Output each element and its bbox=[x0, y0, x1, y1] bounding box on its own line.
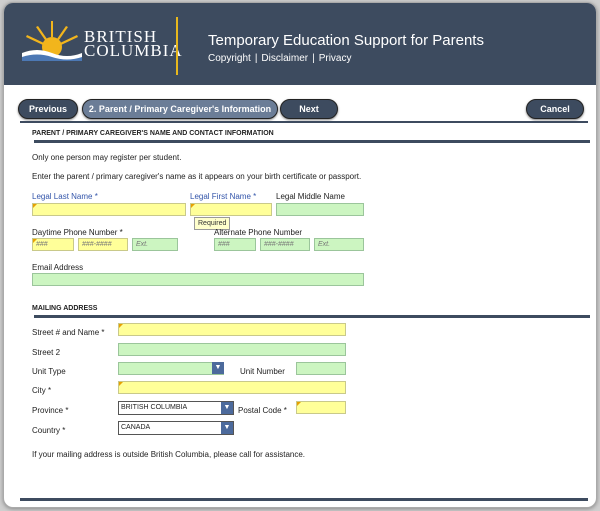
one-person-note: Only one person may register per student… bbox=[32, 153, 182, 162]
header-links: Copyright | Disclaimer | Privacy bbox=[208, 53, 352, 64]
brand-line-2: COLUMBIA bbox=[84, 41, 183, 60]
postal-code-label: Postal Code * bbox=[238, 406, 287, 415]
chevron-down-icon: ▼ bbox=[212, 362, 224, 374]
name-instructions: Enter the parent / primary caregiver's n… bbox=[32, 172, 362, 181]
next-button[interactable]: Next bbox=[280, 99, 338, 119]
alternate-phone-label: Alternate Phone Number bbox=[214, 228, 303, 237]
unit-type-dropdown[interactable]: ▼ bbox=[210, 362, 224, 375]
unit-number-field[interactable] bbox=[296, 362, 346, 375]
city-label: City * bbox=[32, 386, 52, 395]
bc-sun-logo-icon bbox=[22, 21, 82, 61]
daytime-number-field[interactable]: ###-#### bbox=[78, 238, 128, 251]
link-separator: | bbox=[254, 53, 258, 64]
alternate-number-field[interactable]: ###-#### bbox=[260, 238, 310, 251]
section-divider bbox=[34, 315, 590, 318]
email-label: Email Address bbox=[32, 263, 84, 272]
street-field[interactable] bbox=[118, 323, 346, 336]
legal-last-name-label: Legal Last Name * bbox=[32, 192, 98, 201]
step-indicator-button[interactable]: 2. Parent / Primary Caregiver's Informat… bbox=[82, 99, 278, 119]
city-field[interactable] bbox=[118, 381, 346, 394]
street2-label: Street 2 bbox=[32, 348, 61, 357]
legal-middle-name-label: Legal Middle Name bbox=[276, 192, 345, 201]
area-code-placeholder: ### bbox=[218, 241, 230, 248]
outside-bc-note: If your mailing address is outside Briti… bbox=[32, 450, 306, 459]
street-label: Street # and Name * bbox=[32, 328, 105, 337]
parent-section-heading: PARENT / PRIMARY CAREGIVER'S NAME AND CO… bbox=[32, 130, 274, 137]
province-select[interactable]: BRITISH COLUMBIA ▼ bbox=[118, 401, 234, 415]
privacy-link[interactable]: Privacy bbox=[319, 53, 352, 64]
header-divider bbox=[176, 17, 178, 75]
alternate-ext-field[interactable]: Ext. bbox=[314, 238, 364, 251]
application-window: BRITISH COLUMBIA Temporary Education Sup… bbox=[3, 2, 597, 508]
ext-placeholder: Ext. bbox=[318, 241, 331, 248]
legal-first-name-label: Legal First Name * bbox=[190, 192, 257, 201]
ext-placeholder: Ext. bbox=[136, 241, 149, 248]
link-separator: | bbox=[312, 53, 315, 64]
unit-type-select[interactable]: ▼ bbox=[118, 362, 224, 375]
daytime-area-code-field[interactable]: ### bbox=[32, 238, 74, 251]
daytime-phone-label: Daytime Phone Number * bbox=[32, 228, 123, 237]
country-select[interactable]: CANADA ▼ bbox=[118, 421, 234, 435]
country-label: Country * bbox=[32, 426, 66, 435]
legal-middle-name-field[interactable] bbox=[276, 203, 364, 216]
nav-divider bbox=[20, 121, 588, 123]
legal-first-name-field[interactable] bbox=[190, 203, 272, 216]
disclaimer-link[interactable]: Disclaimer bbox=[261, 53, 308, 64]
cancel-button[interactable]: Cancel bbox=[526, 99, 584, 119]
province-value: BRITISH COLUMBIA bbox=[121, 404, 188, 411]
header-banner: BRITISH COLUMBIA Temporary Education Sup… bbox=[4, 3, 596, 85]
alternate-area-code-field[interactable]: ### bbox=[214, 238, 256, 251]
page-title: Temporary Education Support for Parents bbox=[208, 32, 484, 49]
section-divider bbox=[34, 140, 590, 143]
email-field[interactable] bbox=[32, 273, 364, 286]
number-placeholder: ###-#### bbox=[264, 241, 294, 248]
area-code-placeholder: ### bbox=[36, 241, 48, 248]
chevron-down-icon: ▼ bbox=[221, 422, 233, 434]
copyright-link[interactable]: Copyright bbox=[208, 53, 251, 64]
province-label: Province * bbox=[32, 406, 69, 415]
footer-divider bbox=[20, 498, 588, 501]
postal-code-field[interactable] bbox=[296, 401, 346, 414]
street2-field[interactable] bbox=[118, 343, 346, 356]
mailing-section-heading: MAILING ADDRESS bbox=[32, 305, 98, 312]
legal-last-name-field[interactable] bbox=[32, 203, 186, 216]
unit-type-label: Unit Type bbox=[32, 367, 66, 376]
previous-button[interactable]: Previous bbox=[18, 99, 78, 119]
chevron-down-icon: ▼ bbox=[221, 402, 233, 414]
number-placeholder: ###-#### bbox=[82, 241, 112, 248]
daytime-ext-field[interactable]: Ext. bbox=[132, 238, 178, 251]
country-value: CANADA bbox=[121, 424, 151, 431]
unit-number-label: Unit Number bbox=[240, 367, 285, 376]
